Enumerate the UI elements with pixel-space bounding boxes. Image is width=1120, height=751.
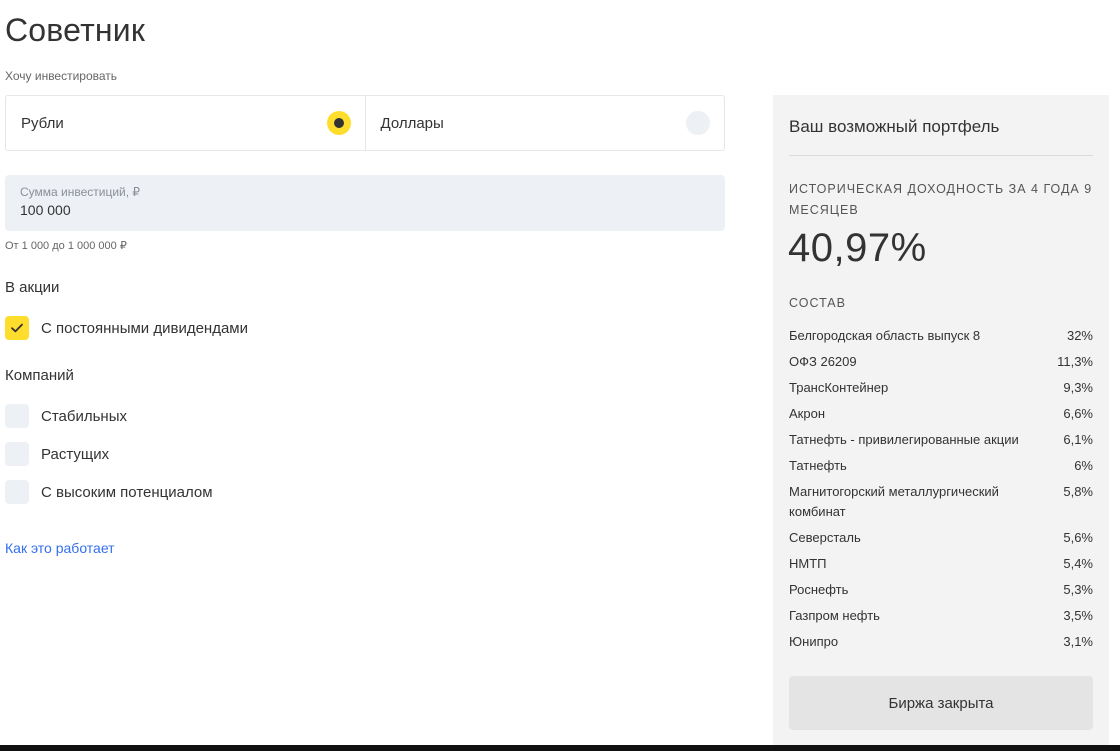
composition-item-name: Акрон bbox=[789, 406, 825, 421]
composition-item-name: Белгородская область выпуск 8 bbox=[789, 328, 981, 343]
composition-item: НМТП 5,4% bbox=[789, 554, 1093, 574]
currency-selector: Рубли Доллары bbox=[5, 95, 725, 151]
composition-item: Акрон 6,6% bbox=[789, 404, 1093, 424]
composition-item: Татнефть 6% bbox=[789, 456, 1093, 476]
composition-item-percent: 9,3% bbox=[1063, 380, 1093, 395]
checkbox-growing[interactable]: Растущих bbox=[5, 442, 109, 466]
checkbox-unchecked[interactable] bbox=[5, 442, 29, 466]
checkbox-label: С высоким потенциалом bbox=[41, 483, 213, 501]
companies-section-title: Компаний bbox=[5, 367, 74, 384]
composition-item-name: Северсталь bbox=[789, 530, 861, 545]
composition-item-name: НМТП bbox=[789, 556, 827, 571]
composition-item-percent: 3,1% bbox=[1063, 634, 1093, 649]
portfolio-divider bbox=[789, 155, 1093, 156]
composition-item: Белгородская область выпуск 8 32% bbox=[789, 326, 1093, 346]
investment-amount-label: Сумма инвестиций, ₽ bbox=[20, 185, 141, 199]
checkbox-checked[interactable] bbox=[5, 316, 29, 340]
composition-item-percent: 5,3% bbox=[1063, 582, 1093, 597]
composition-label: Состав bbox=[789, 296, 846, 310]
historical-return-value: 40,97% bbox=[788, 226, 927, 270]
composition-item-percent: 6,6% bbox=[1063, 406, 1093, 421]
composition-item: ТрансКонтейнер 9,3% bbox=[789, 378, 1093, 398]
composition-item: Роснефть 5,3% bbox=[789, 580, 1093, 600]
composition-item-percent: 32% bbox=[1066, 328, 1093, 343]
composition-item-percent: 3,5% bbox=[1063, 608, 1093, 623]
composition-item-name: Магнитогорский металлургический комбинат bbox=[789, 484, 999, 519]
checkbox-label: Растущих bbox=[41, 445, 110, 463]
currency-option-label: Рубли bbox=[21, 114, 64, 132]
composition-item: Газпром нефть 3,5% bbox=[789, 606, 1093, 626]
composition-item: Магнитогорский металлургический комбинат… bbox=[789, 482, 1093, 522]
composition-list: Белгородская область выпуск 8 32% ОФЗ 2620… bbox=[789, 326, 1093, 658]
checkmark-icon bbox=[11, 323, 23, 333]
checkbox-unchecked[interactable] bbox=[5, 480, 29, 504]
portfolio-title: Ваш возможный портфель bbox=[789, 117, 1000, 136]
market-closed-button[interactable]: Биржа закрыта bbox=[789, 676, 1093, 730]
composition-item-percent: 6% bbox=[1074, 458, 1093, 473]
composition-item-percent: 5,4% bbox=[1063, 556, 1093, 571]
bottom-edge-bar bbox=[0, 745, 1120, 751]
checkbox-label: Стабильных bbox=[41, 407, 127, 425]
radio-selected-icon[interactable] bbox=[326, 111, 351, 135]
composition-item-name: ТрансКонтейнер bbox=[789, 380, 889, 395]
radio-unselected-icon[interactable] bbox=[686, 111, 710, 135]
checkbox-stable[interactable]: Стабильных bbox=[5, 404, 127, 428]
composition-item-percent: 11,3% bbox=[1057, 354, 1093, 369]
composition-item: Юнипро 3,1% bbox=[789, 632, 1093, 652]
composition-item-name: Роснефть bbox=[789, 582, 849, 597]
composition-item: ОФЗ 26209 11,3% bbox=[789, 352, 1093, 372]
composition-item-percent: 5,6% bbox=[1063, 530, 1093, 545]
page-title: Советник bbox=[5, 12, 146, 48]
historical-return-label: Историческая доходность за 4 года 9 меся… bbox=[789, 182, 1093, 217]
currency-option-rubles[interactable]: Рубли bbox=[6, 96, 365, 150]
stocks-section-title: В акции bbox=[5, 279, 60, 296]
composition-item: Татнефть - привилегированные акции 6,1% bbox=[789, 430, 1093, 450]
checkbox-constant-dividends[interactable]: С постоянными дивидендами bbox=[5, 316, 248, 340]
currency-option-dollars[interactable]: Доллары bbox=[364, 96, 725, 150]
checkbox-unchecked[interactable] bbox=[5, 404, 29, 428]
composition-item: Северсталь 5,6% bbox=[789, 528, 1093, 548]
invest-label: Хочу инвестировать bbox=[5, 69, 118, 83]
composition-item-name: Татнефть bbox=[789, 458, 847, 473]
currency-option-label: Доллары bbox=[380, 114, 444, 132]
investment-amount-input[interactable] bbox=[20, 202, 710, 218]
how-it-works-link[interactable]: Как это работает bbox=[5, 540, 115, 556]
investment-amount-field[interactable]: Сумма инвестиций, ₽ bbox=[5, 175, 725, 231]
checkbox-high-potential[interactable]: С высоким потенциалом bbox=[5, 480, 213, 504]
composition-item-percent: 6,1% bbox=[1063, 432, 1093, 447]
checkbox-label: С постоянными дивидендами bbox=[41, 319, 248, 337]
composition-item-name: Газпром нефть bbox=[789, 608, 880, 623]
composition-item-name: Юнипро bbox=[789, 634, 839, 649]
composition-item-name: ОФЗ 26209 bbox=[789, 354, 857, 369]
composition-item-percent: 5,8% bbox=[1063, 484, 1093, 499]
portfolio-panel: Ваш возможный портфель Историческая дохо… bbox=[773, 95, 1109, 751]
composition-item-name: Татнефть - привилегированные акции bbox=[789, 432, 1019, 447]
investment-amount-hint: От 1 000 до 1 000 000 ₽ bbox=[5, 240, 127, 252]
